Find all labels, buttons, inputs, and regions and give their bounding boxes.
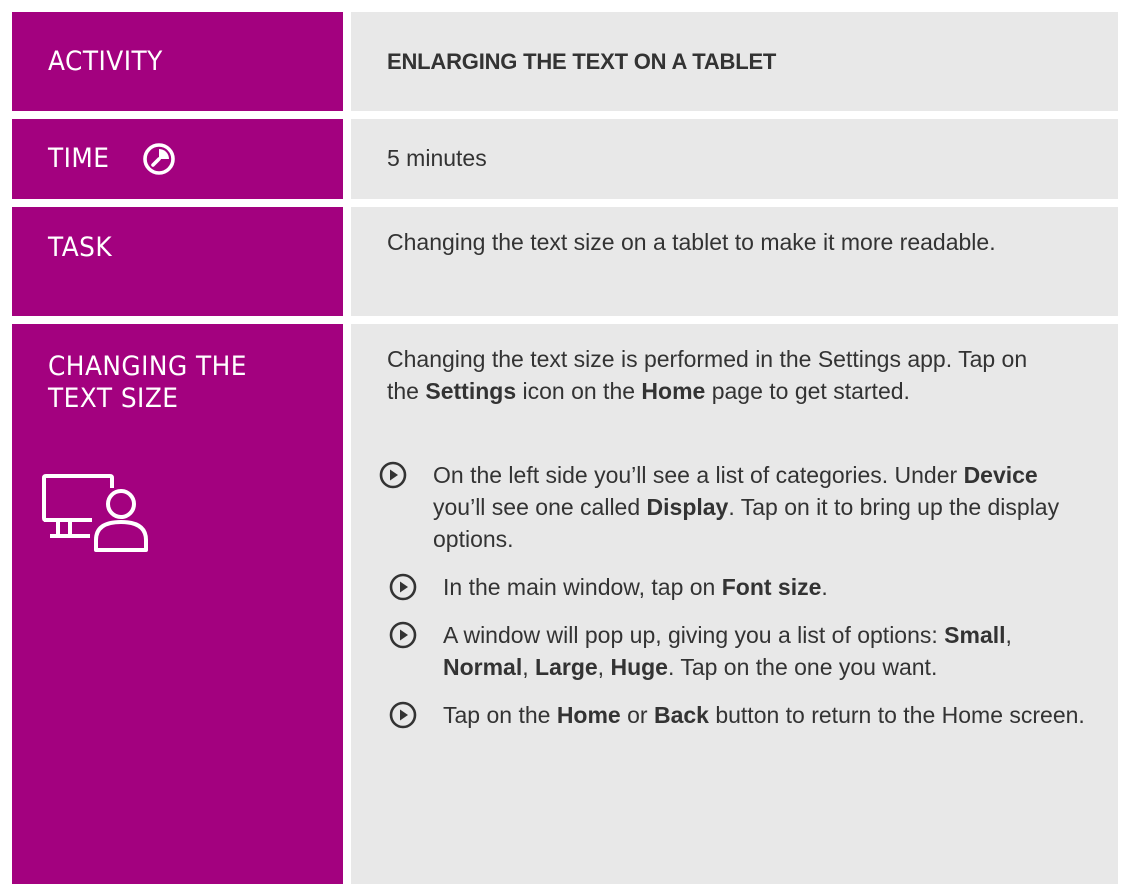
step-text: , <box>1005 622 1012 648</box>
time-label-cell: TIME <box>12 119 343 199</box>
intro-text: page to get started. <box>705 378 910 404</box>
play-circle-icon <box>379 461 407 489</box>
step-text: Tap on the <box>443 702 557 728</box>
intro-home: Home <box>641 378 706 404</box>
list-item: In the main window, tap on Font size. <box>387 571 1098 603</box>
changing-content-cell: Changing the text size is performed in t… <box>351 324 1118 884</box>
task-row: TASK Changing the text size on a tablet … <box>0 207 1125 316</box>
play-circle-icon <box>389 701 417 729</box>
task-content-cell: Changing the text size on a tablet to ma… <box>351 207 1118 316</box>
changing-label-cell: CHANGING THE TEXT SIZE <box>12 324 343 884</box>
step-bold: Device <box>963 462 1038 488</box>
intro-settings: Settings <box>425 378 517 404</box>
time-content-cell: 5 minutes <box>351 119 1118 199</box>
play-circle-icon <box>389 573 417 601</box>
step-text: or <box>620 702 654 728</box>
step-text: you’ll see one called <box>433 494 647 520</box>
step-bold: Font size <box>721 574 822 600</box>
task-value: Changing the text size on a tablet to ma… <box>387 229 996 255</box>
step-bold: Large <box>535 654 598 680</box>
changing-label-line1: CHANGING THE <box>48 351 247 382</box>
step-text: , <box>597 654 611 680</box>
activity-content-cell: ENLARGING THE TEXT ON A TABLET <box>351 12 1118 111</box>
list-item: Tap on the Home or Back button to return… <box>387 699 1098 731</box>
list-item: On the left side you’ll see a list of ca… <box>377 459 1088 555</box>
steps-list: On the left side you’ll see a list of ca… <box>379 459 1098 747</box>
step-bold: Home <box>556 702 621 728</box>
changing-row: CHANGING THE TEXT SIZE Changing the text… <box>0 324 1125 884</box>
step-bold: Small <box>944 622 1006 648</box>
activity-label: ACTIVITY <box>48 46 163 77</box>
step-text: On the left side you’ll see a list of ca… <box>433 462 964 488</box>
task-label: TASK <box>48 232 113 263</box>
step-bold: Display <box>646 494 729 520</box>
time-value: 5 minutes <box>387 145 487 171</box>
changing-label-line2: TEXT SIZE <box>48 383 179 414</box>
clock-icon <box>143 143 175 175</box>
step-text: A window will pop up, giving you a list … <box>443 622 945 648</box>
list-item: A window will pop up, giving you a list … <box>387 619 1098 683</box>
activity-row: ACTIVITY ENLARGING THE TEXT ON A TABLET <box>0 12 1125 111</box>
step-text: . Tap on the one you want. <box>667 654 938 680</box>
step-bold: Normal <box>443 654 523 680</box>
time-row: TIME 5 minutes <box>0 119 1125 199</box>
play-circle-icon <box>389 621 417 649</box>
step-text: button to return to the Home screen. <box>708 702 1085 728</box>
intro-text: icon on the <box>516 378 642 404</box>
time-label: TIME <box>48 143 110 174</box>
step-text: . <box>821 574 828 600</box>
task-label-cell: TASK <box>12 207 343 316</box>
computer-user-icon <box>42 474 148 552</box>
step-bold: Back <box>653 702 709 728</box>
step-text: , <box>522 654 536 680</box>
step-text: In the main window, tap on <box>443 574 722 600</box>
step-bold: Huge <box>610 654 668 680</box>
activity-label-cell: ACTIVITY <box>12 12 343 111</box>
changing-intro: Changing the text size is performed in t… <box>387 343 1058 407</box>
activity-title: ENLARGING THE TEXT ON A TABLET <box>387 49 777 74</box>
